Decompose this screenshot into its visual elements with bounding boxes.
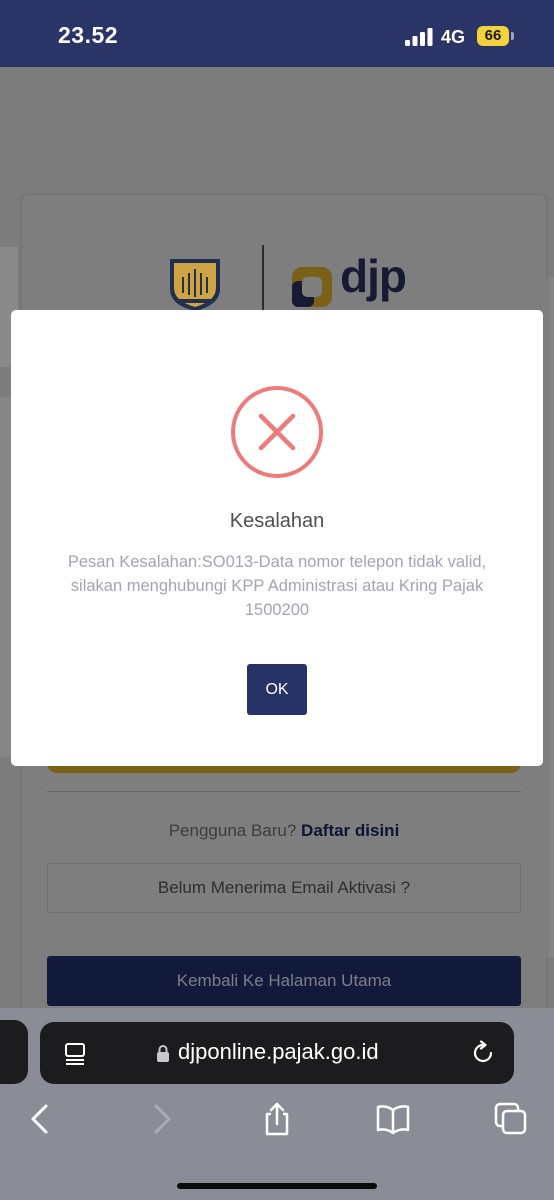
network-type: 4G <box>441 27 466 47</box>
battery-cap <box>511 32 514 40</box>
djp-logo <box>292 267 332 307</box>
logo-divider <box>262 245 264 311</box>
forward-icon[interactable] <box>144 1102 178 1136</box>
home-indicator <box>177 1183 377 1189</box>
share-icon[interactable] <box>260 1102 294 1136</box>
lock-icon <box>157 1045 169 1062</box>
battery-level: 66 <box>484 27 502 44</box>
register-link[interactable]: Daftar disini <box>301 821 399 840</box>
resend-activation-button[interactable]: Belum Menerima Email Aktivasi ? <box>47 863 521 913</box>
modal-message: Pesan Kesalahan:SO013-Data nomor telepon… <box>67 553 487 619</box>
card-divider <box>47 791 521 792</box>
previous-tab[interactable] <box>0 1020 28 1084</box>
register-line: Pengguna Baru? Daftar disini <box>22 821 546 841</box>
back-icon[interactable] <box>24 1102 58 1136</box>
status-bar: 23.52 4G 66 <box>0 0 554 67</box>
signal-icon <box>405 28 433 46</box>
ok-button[interactable]: OK <box>247 664 307 715</box>
tabs-icon[interactable] <box>494 1102 528 1136</box>
address-bar[interactable]: djponline.pajak.go.id <box>40 1022 514 1084</box>
browser-toolbar: djponline.pajak.go.id <box>0 1008 554 1200</box>
error-x-icon <box>231 386 323 478</box>
status-time: 23.52 <box>58 22 119 48</box>
battery-icon: 66 <box>477 26 509 46</box>
page-menu-icon[interactable] <box>64 1042 86 1066</box>
reload-icon[interactable] <box>470 1040 496 1066</box>
djp-brand-text: djp <box>340 250 407 302</box>
modal-title: Kesalahan <box>229 510 325 532</box>
register-prompt: Pengguna Baru? <box>168 821 297 840</box>
error-modal: Kesalahan Pesan Kesalahan:SO013-Data nom… <box>11 310 543 766</box>
kemenkeu-logo <box>170 259 220 311</box>
url-text[interactable]: djponline.pajak.go.id <box>178 1039 379 1065</box>
bookmarks-icon[interactable] <box>376 1102 410 1136</box>
back-home-button[interactable]: Kembali Ke Halaman Utama <box>47 956 521 1006</box>
